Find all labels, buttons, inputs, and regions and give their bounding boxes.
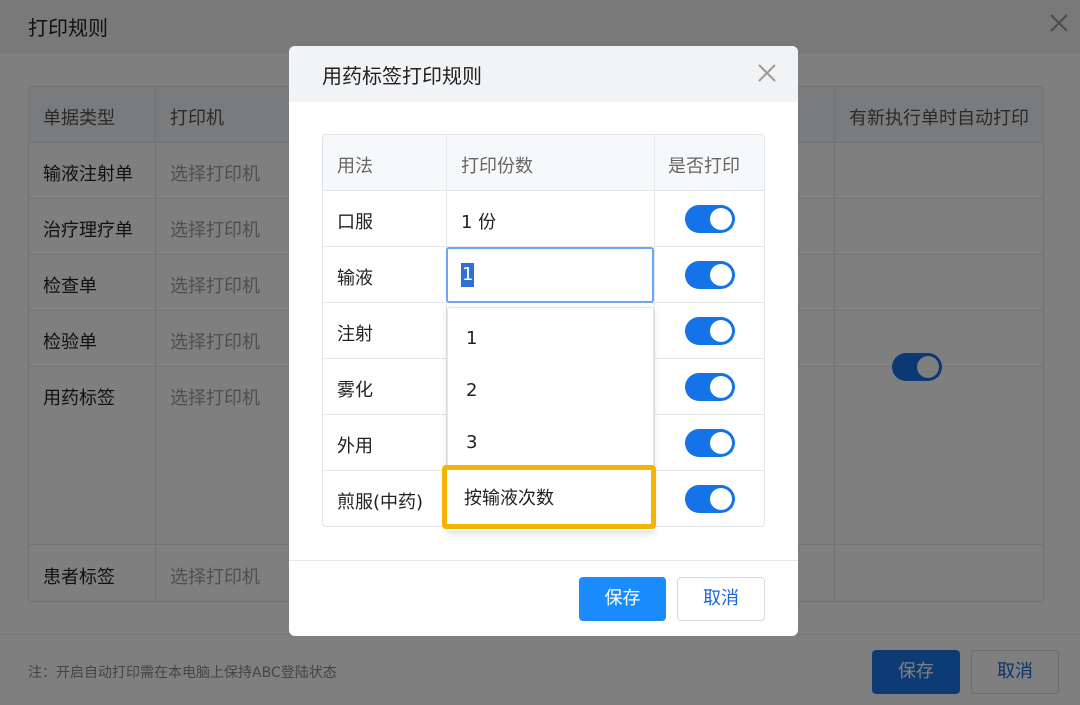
dropdown-option[interactable]: 2 bbox=[466, 380, 477, 401]
usage-label: 外用 bbox=[337, 436, 373, 457]
dropdown-option[interactable]: 1 bbox=[466, 328, 477, 349]
print-toggle[interactable] bbox=[685, 261, 735, 289]
copies-input[interactable]: 1 bbox=[446, 247, 654, 303]
header-print: 是否打印 bbox=[668, 156, 740, 177]
table-row: 口服 1 份 bbox=[323, 191, 764, 247]
dropdown-option-label: 按输液次数 bbox=[464, 488, 554, 509]
close-icon[interactable] bbox=[754, 60, 780, 86]
dropdown-option[interactable]: 3 bbox=[466, 432, 477, 453]
dialog-footer-divider bbox=[289, 560, 798, 561]
table-header: 用法 打印份数 是否打印 bbox=[323, 135, 764, 191]
usage-label: 输液 bbox=[337, 268, 373, 289]
dropdown-option-highlighted[interactable]: 按输液次数 bbox=[442, 465, 656, 529]
print-toggle[interactable] bbox=[685, 317, 735, 345]
save-button[interactable]: 保存 bbox=[579, 577, 666, 621]
usage-label: 口服 bbox=[337, 212, 373, 233]
medication-label-rules-dialog: 用药标签打印规则 用法 打印份数 是否打印 口服 1 份 输液 注射 雾化 外用… bbox=[289, 46, 798, 636]
header-copies: 打印份数 bbox=[461, 156, 533, 177]
print-toggle[interactable] bbox=[685, 429, 735, 457]
cancel-button[interactable]: 取消 bbox=[677, 577, 765, 621]
copies-input-value: 1 bbox=[461, 263, 475, 287]
print-toggle[interactable] bbox=[685, 205, 735, 233]
usage-label: 注射 bbox=[337, 324, 373, 345]
header-usage: 用法 bbox=[337, 156, 373, 177]
dialog-title: 用药标签打印规则 bbox=[322, 64, 482, 88]
print-toggle[interactable] bbox=[685, 485, 735, 513]
usage-label: 煎服(中药) bbox=[337, 492, 424, 513]
usage-label: 雾化 bbox=[337, 380, 373, 401]
print-toggle[interactable] bbox=[685, 373, 735, 401]
copies-value[interactable]: 1 份 bbox=[461, 208, 496, 234]
dialog-header: 用药标签打印规则 bbox=[289, 46, 798, 102]
